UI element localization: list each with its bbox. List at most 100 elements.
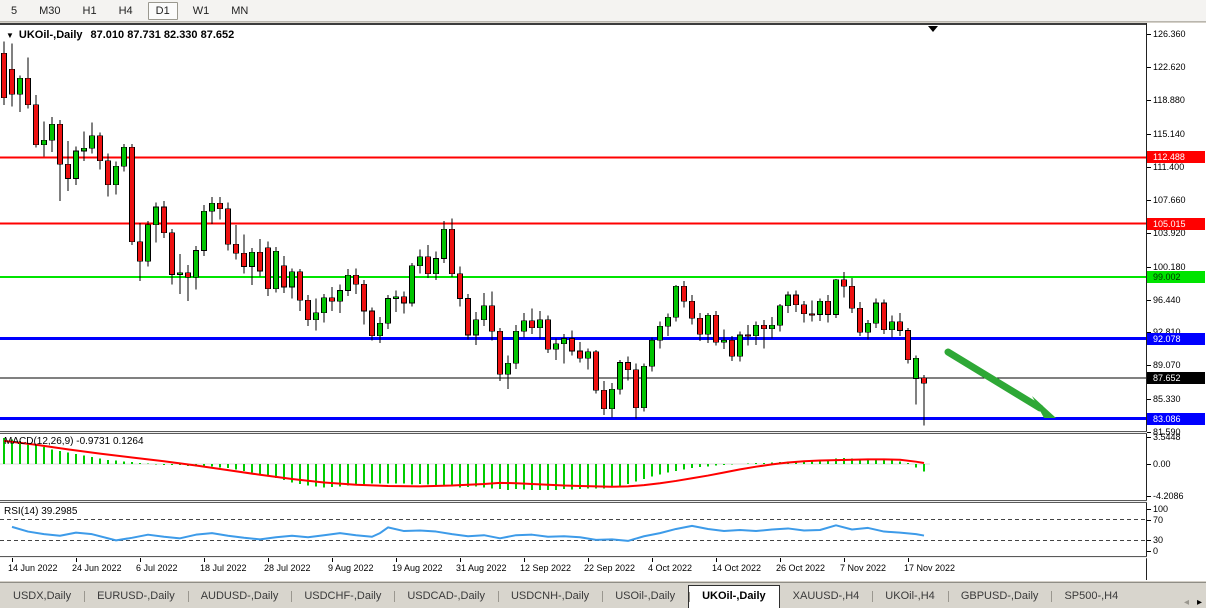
candle <box>898 322 903 331</box>
rsi-tick <box>1147 551 1151 552</box>
candle <box>2 53 7 97</box>
symbol-tab-usdchf-daily[interactable]: USDCHF-,Daily <box>291 585 394 608</box>
date-tick-label: 26 Oct 2022 <box>776 563 825 573</box>
price-tick <box>1147 200 1151 201</box>
symbol-tab-xauusd-h4[interactable]: XAUUSD-,H4 <box>780 585 873 608</box>
symbol-tab-gbpusd-daily[interactable]: GBPUSD-,Daily <box>948 585 1052 608</box>
symbol-tab-usoil-daily[interactable]: USOil-,Daily <box>602 585 688 608</box>
candle <box>258 252 263 271</box>
candle <box>794 295 799 305</box>
price-tick-label: 118.880 <box>1153 95 1185 105</box>
pane-separator[interactable] <box>0 500 1206 503</box>
candle <box>162 207 167 233</box>
macd-scale-label: 0.00 <box>1153 459 1171 469</box>
timeframe-button-h4[interactable]: H4 <box>112 3 140 19</box>
candle <box>146 225 151 261</box>
candle <box>354 275 359 284</box>
date-tick-label: 4 Oct 2022 <box>648 563 692 573</box>
price-tick-label: 122.620 <box>1153 62 1186 72</box>
candle <box>834 280 839 315</box>
price-line-badge: 105.015 <box>1147 218 1205 230</box>
tab-scroll-left-icon[interactable]: ◂ <box>1184 597 1189 608</box>
date-tick-label: 12 Sep 2022 <box>520 563 571 573</box>
candle <box>282 266 287 287</box>
price-tick-label: 107.660 <box>1153 195 1186 205</box>
candle <box>66 164 71 178</box>
symbol-tab-usdcnh-daily[interactable]: USDCNH-,Daily <box>498 585 602 608</box>
candle <box>186 273 191 277</box>
symbol-tab-eurusd-daily[interactable]: EURUSD-,Daily <box>84 585 188 608</box>
symbol-tab-usdcad-daily[interactable]: USDCAD-,Daily <box>394 585 498 608</box>
macd-panel[interactable] <box>0 434 1146 501</box>
date-tick-label: 22 Sep 2022 <box>584 563 635 573</box>
price-line-badge: 92.078 <box>1147 333 1205 345</box>
timeframe-button-h1[interactable]: H1 <box>76 3 104 19</box>
date-tick-label: 19 Aug 2022 <box>392 563 443 573</box>
price-tick <box>1147 100 1151 101</box>
timeframe-toolbar: 5 M30 H1 H4 D1 W1 MN <box>0 0 1206 22</box>
trading-terminal: 5M30H1H4D1W1MN ▼UKOil-,Daily87.010 87.73… <box>0 0 1206 608</box>
date-tick-label: 14 Oct 2022 <box>712 563 761 573</box>
symbol-tabbar: USDX,DailyEURUSD-,DailyAUDUSD-,DailyUSDC… <box>0 582 1206 608</box>
date-tick-label: 24 Jun 2022 <box>72 563 122 573</box>
trend-arrow-shaft[interactable] <box>948 352 1040 408</box>
price-axis: 126.360122.620118.880115.140111.400107.6… <box>1147 23 1206 580</box>
date-tick-mark <box>332 558 333 562</box>
date-tick-mark <box>780 558 781 562</box>
chart-shift-marker-icon[interactable] <box>928 26 938 32</box>
candle <box>602 390 607 409</box>
macd-tick <box>1147 464 1151 465</box>
candle <box>514 331 519 363</box>
candle <box>234 244 239 253</box>
symbol-tab-sp500-h4[interactable]: SP500-,H4 <box>1051 585 1131 608</box>
date-tick-mark <box>908 558 909 562</box>
price-tick-label: 115.140 <box>1153 129 1185 139</box>
timeframe-button-m30[interactable]: M30 <box>32 3 67 19</box>
price-line-badge: 99.002 <box>1147 271 1205 283</box>
timeframe-button-5[interactable]: 5 <box>4 3 24 19</box>
candle <box>474 320 479 335</box>
candle <box>250 252 255 266</box>
candlestick-chart[interactable] <box>0 23 1146 433</box>
rsi-scale-label: 0 <box>1153 546 1158 556</box>
candle <box>610 389 615 409</box>
timeframe-button-w1[interactable]: W1 <box>186 3 217 19</box>
candle <box>458 274 463 299</box>
candle <box>714 315 719 342</box>
price-tick <box>1147 300 1151 301</box>
date-tick-label: 18 Jul 2022 <box>200 563 247 573</box>
price-tick <box>1147 67 1151 68</box>
pane-separator[interactable] <box>0 431 1206 434</box>
price-line-badge: 83.086 <box>1147 413 1205 425</box>
chevron-down-icon[interactable]: ▼ <box>6 31 14 40</box>
symbol-tab-ukoil-h4[interactable]: UKOil-,H4 <box>872 585 948 608</box>
date-tick-label: 7 Nov 2022 <box>840 563 886 573</box>
candle <box>530 321 535 328</box>
tab-scroll-right-icon[interactable]: ▸ <box>1197 597 1202 608</box>
date-tick-mark <box>76 558 77 562</box>
symbol-tab-usdx-daily[interactable]: USDX,Daily <box>0 585 84 608</box>
candle <box>154 207 159 225</box>
symbol-tab-audusd-daily[interactable]: AUDUSD-,Daily <box>188 585 292 608</box>
date-axis: 14 Jun 202224 Jun 20226 Jul 202218 Jul 2… <box>0 558 1146 581</box>
rsi-panel[interactable] <box>0 503 1146 557</box>
candle <box>378 323 383 335</box>
date-tick-label: 14 Jun 2022 <box>8 563 58 573</box>
candle <box>858 308 863 332</box>
candle <box>738 335 743 356</box>
candle <box>394 297 399 299</box>
price-tick <box>1147 134 1151 135</box>
date-tick-mark <box>396 558 397 562</box>
timeframe-button-mn[interactable]: MN <box>224 3 255 19</box>
price-tick-label: 96.440 <box>1153 295 1181 305</box>
symbol-tab-ukoil-daily[interactable]: UKOil-,Daily <box>688 585 780 608</box>
candle <box>890 322 895 330</box>
price-tick <box>1147 167 1151 168</box>
candle <box>170 233 175 275</box>
candle <box>658 326 663 340</box>
rsi-scale-label: 100 <box>1153 504 1168 514</box>
timeframe-button-d1[interactable]: D1 <box>148 2 178 20</box>
candle <box>818 301 823 314</box>
candle <box>434 259 439 274</box>
rsi-scale-label: 30 <box>1153 535 1163 545</box>
